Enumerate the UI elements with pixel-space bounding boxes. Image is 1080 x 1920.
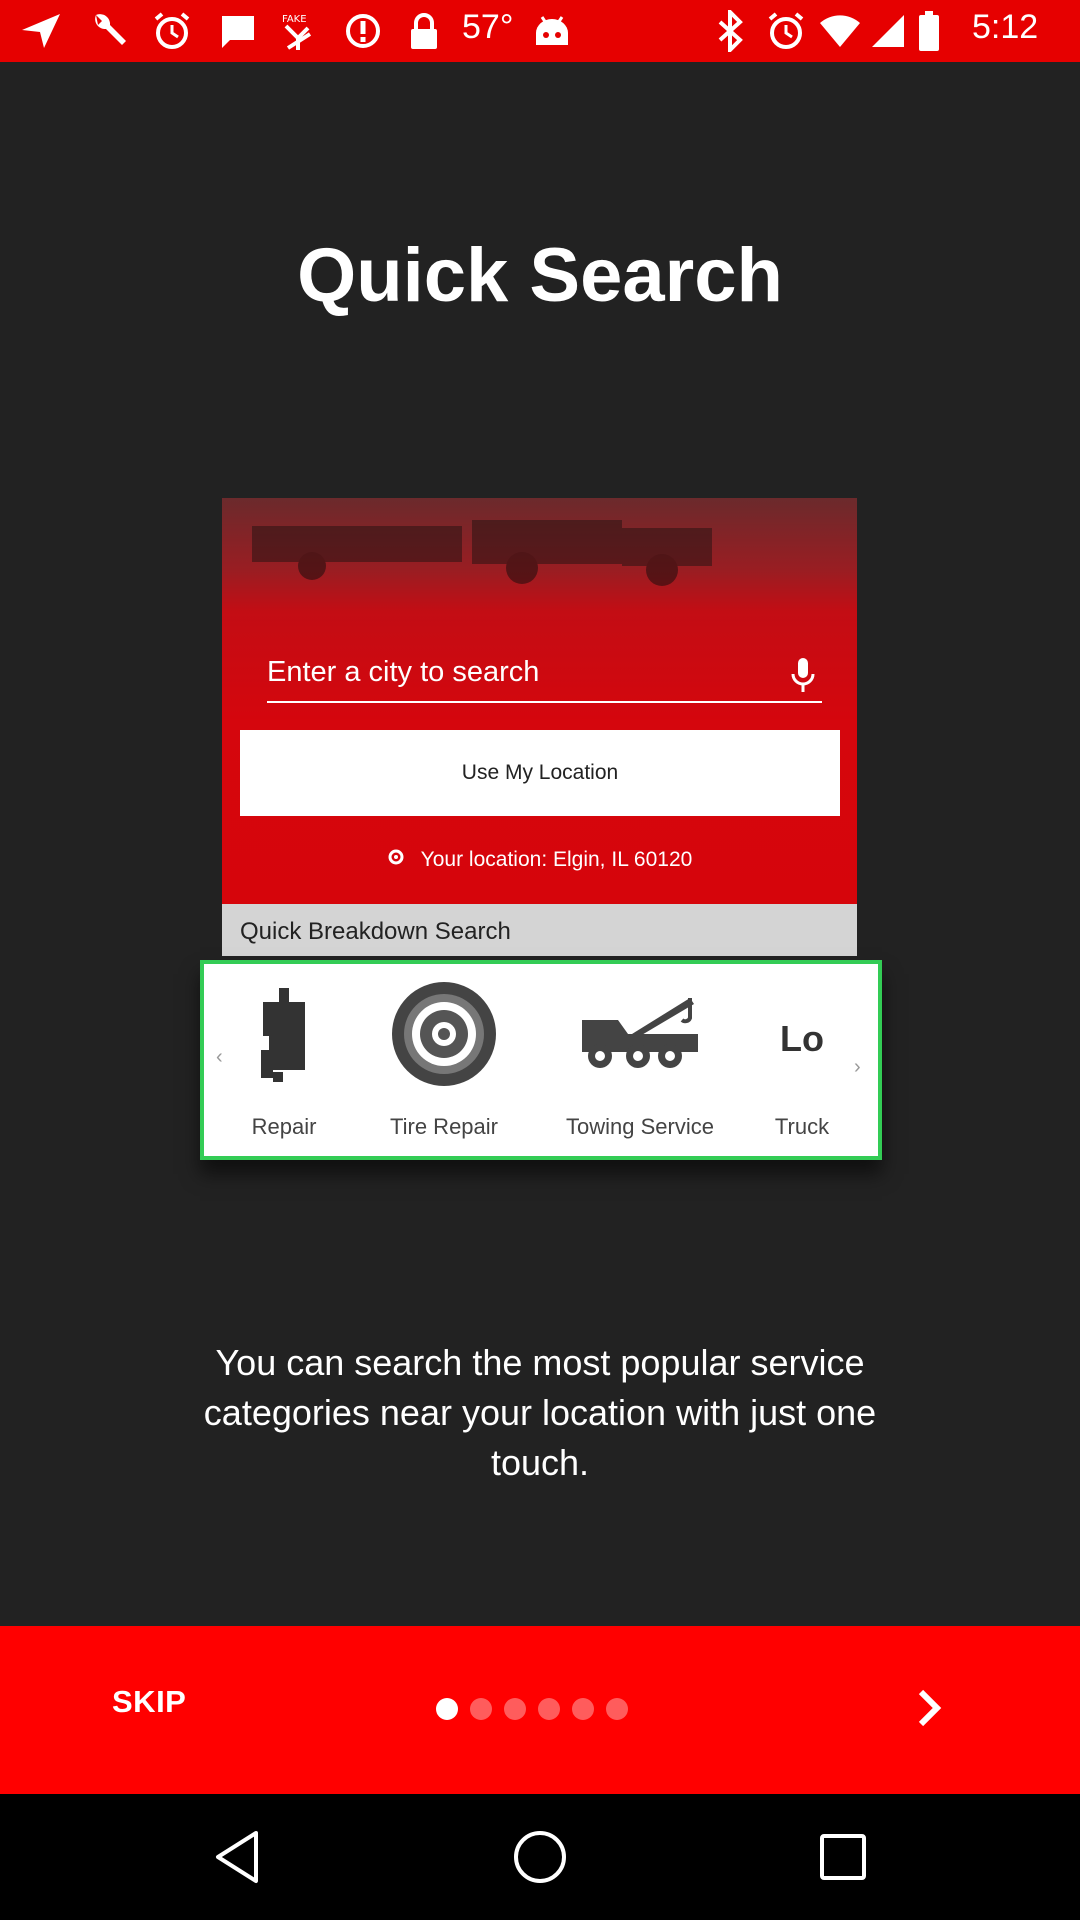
next-button[interactable]	[900, 1680, 960, 1740]
chevron-right-icon: ›	[854, 1056, 861, 1078]
back-icon[interactable]	[202, 1822, 272, 1892]
quick-breakdown-bar: Quick Breakdown Search	[222, 904, 857, 956]
page-dot	[572, 1698, 594, 1720]
page-description: You can search the most popular service …	[203, 1342, 877, 1483]
chevron-left-icon: ‹	[216, 1046, 223, 1068]
alarm-icon	[152, 10, 192, 52]
category-label: Truck	[774, 1114, 830, 1139]
recents-icon[interactable]	[808, 1822, 878, 1892]
navigation-icon	[20, 10, 62, 52]
system-navigation-bar	[0, 1794, 1080, 1920]
search-placeholder: Enter a city to search	[267, 656, 540, 688]
tow-truck-icon	[578, 990, 702, 1079]
page-title: Quick Search	[297, 233, 783, 318]
city-search-input: Enter a city to search	[267, 648, 822, 703]
truck-lo-icon: Lo	[780, 1018, 824, 1059]
page-dot-active	[436, 1698, 458, 1720]
location-row: Your location: Elgin, IL 60120	[222, 848, 857, 872]
svg-text:FAKE: FAKE	[282, 14, 307, 25]
bluetooth-icon	[716, 10, 746, 52]
target-icon	[387, 848, 405, 872]
android-icon	[532, 10, 572, 52]
signal-icon	[870, 10, 906, 52]
onboarding-bottom-bar: SKIP	[0, 1626, 1080, 1794]
microphone-icon	[790, 656, 816, 701]
message-icon	[218, 10, 258, 52]
category-truck: Lo Truck	[742, 964, 862, 1156]
category-label: Repair	[251, 1114, 317, 1139]
category-carousel: ‹ Repair Tire Repair Towing Service Lo T…	[200, 960, 882, 1160]
wrench-icon	[88, 10, 128, 52]
temperature-text: 57°	[462, 8, 514, 46]
use-my-location-button: Use My Location	[240, 730, 840, 816]
tire-icon	[390, 980, 498, 1093]
warning-icon	[344, 10, 382, 52]
truck-silhouette-icon	[252, 520, 712, 586]
skip-button[interactable]: SKIP	[112, 1684, 186, 1720]
category-repair: Repair	[224, 964, 344, 1156]
clock-text: 5:12	[972, 8, 1039, 46]
quick-breakdown-label: Quick Breakdown Search	[240, 918, 511, 945]
feature-illustration: Enter a city to search Use My Location Y…	[200, 498, 882, 1188]
illustration-header: Enter a city to search Use My Location Y…	[222, 498, 857, 904]
page-dot	[538, 1698, 560, 1720]
alarm-icon	[766, 10, 806, 52]
home-icon[interactable]	[505, 1822, 575, 1892]
category-label: Tire Repair	[390, 1114, 498, 1139]
category-towing-service: Towing Service	[550, 964, 730, 1156]
wifi-icon	[818, 10, 862, 52]
page-dot	[470, 1698, 492, 1720]
page-dot	[504, 1698, 526, 1720]
truck-repair-icon	[259, 988, 309, 1089]
category-label: Towing Service	[566, 1114, 714, 1139]
battery-icon	[918, 10, 940, 52]
category-tire-repair: Tire Repair	[364, 964, 524, 1156]
location-text: Your location: Elgin, IL 60120	[420, 848, 693, 871]
page-dot	[606, 1698, 628, 1720]
status-bar: FAKE 57° 5:12	[0, 0, 1080, 62]
page-indicator	[436, 1698, 628, 1720]
lock-icon	[408, 10, 440, 52]
fake-gps-icon: FAKE	[278, 10, 320, 52]
chevron-right-icon	[915, 1688, 945, 1733]
